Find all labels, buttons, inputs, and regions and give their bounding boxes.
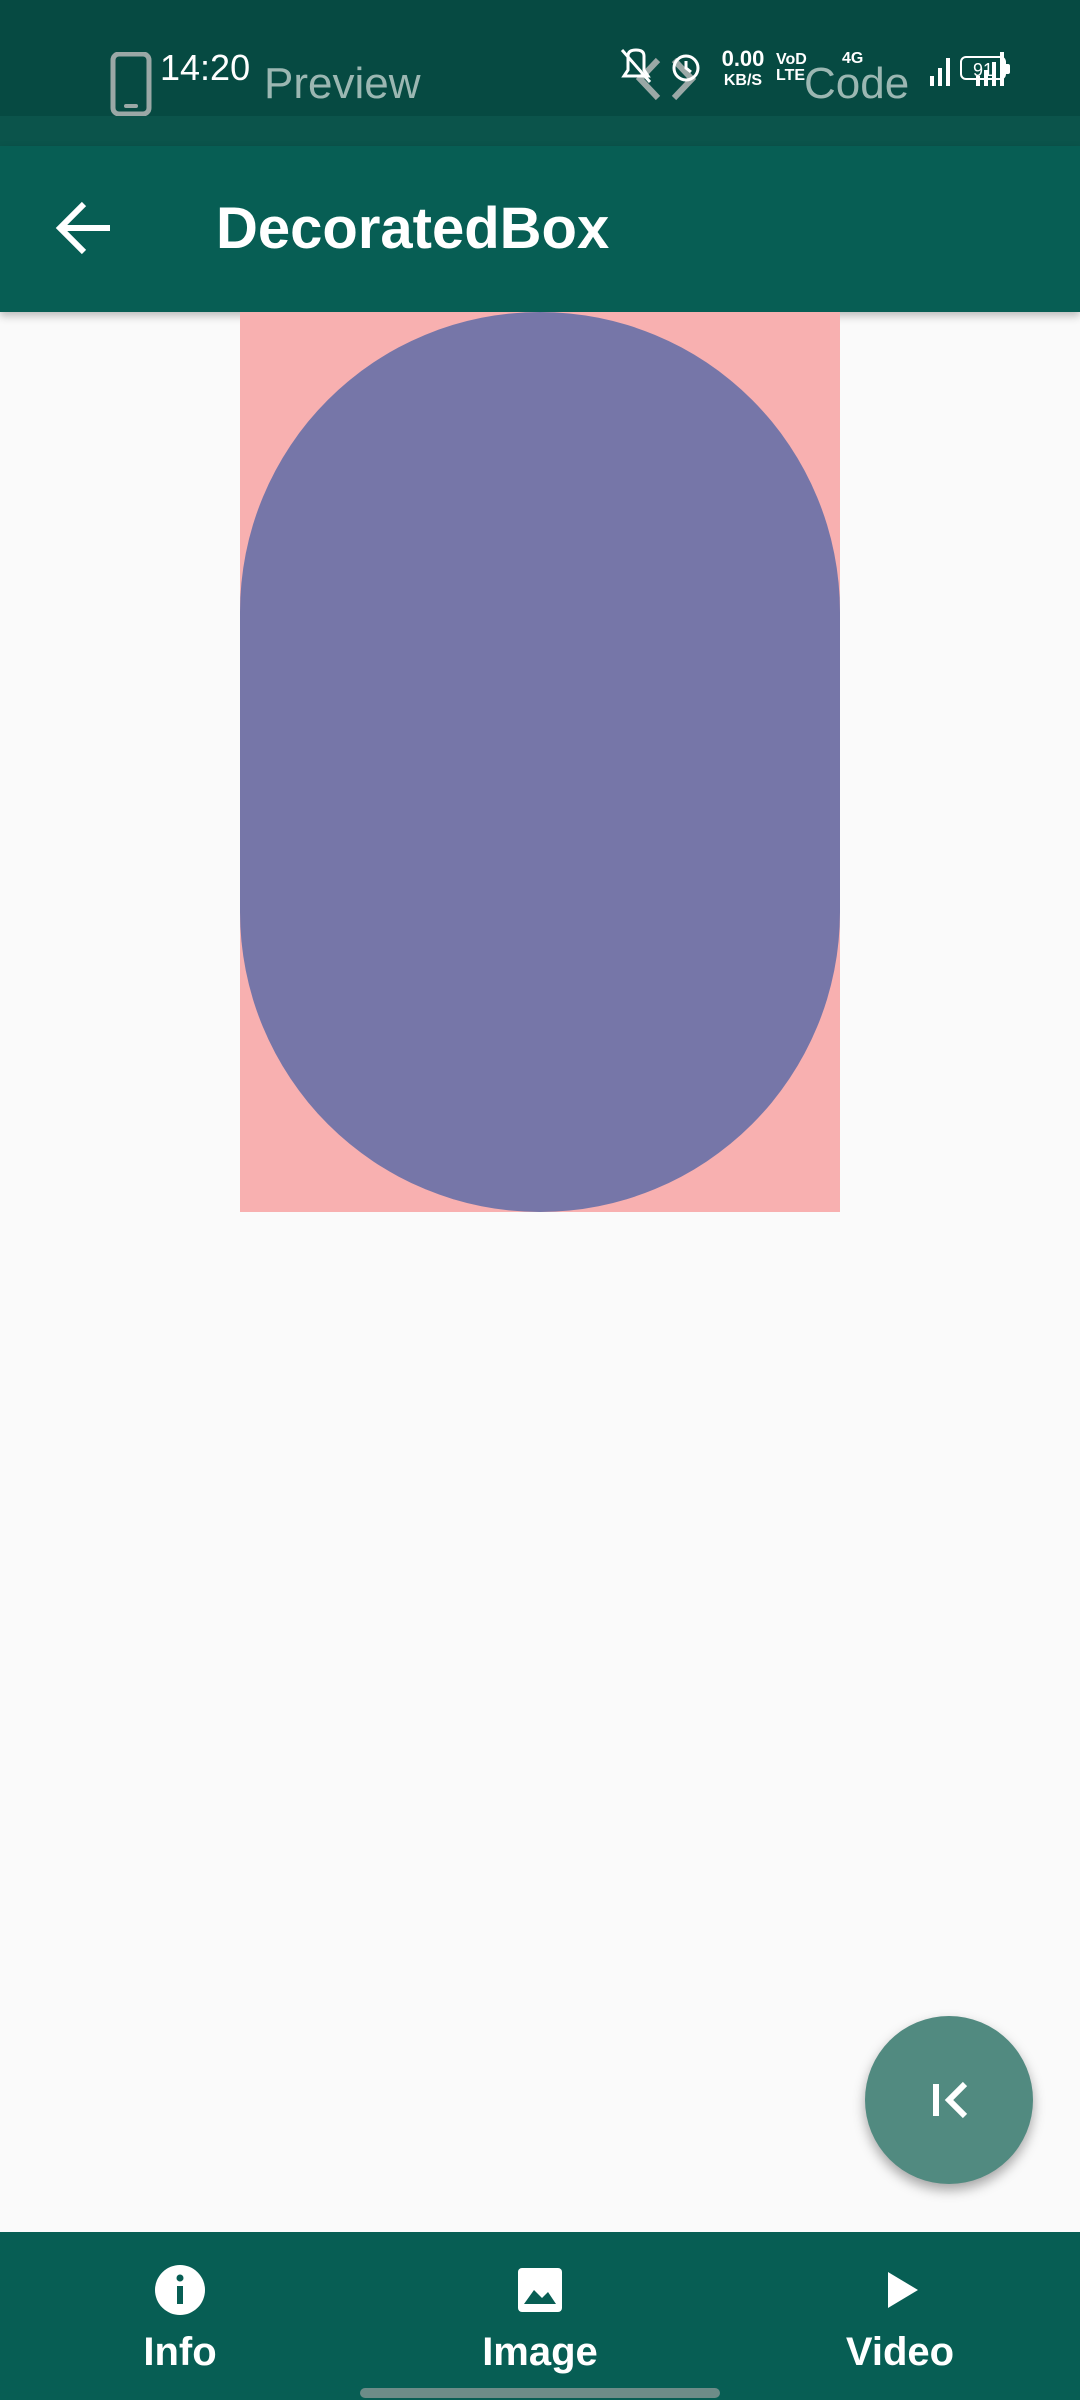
network-type: 4G (842, 50, 864, 67)
alarm-icon (672, 54, 700, 82)
image-icon (518, 2268, 562, 2312)
first-page-icon (933, 2081, 968, 2119)
info-icon (155, 2265, 205, 2315)
back-arrow-icon[interactable] (50, 192, 122, 264)
decorated-box-stadium (240, 312, 840, 1212)
nav-item-image[interactable]: Image (420, 2232, 660, 2400)
bottom-navigation: Info Image Video (0, 2232, 1080, 2400)
first-page-button[interactable] (865, 2016, 1033, 2184)
nav-label-video: Video (845, 2330, 955, 2374)
nav-label-image: Image (482, 2330, 598, 2374)
net-speed: 0.00 KB/S (716, 48, 770, 92)
volte-indicator: VoD LTE (776, 51, 807, 84)
nav-item-video[interactable]: Video (780, 2232, 1020, 2400)
nav-item-info[interactable]: Info (60, 2232, 300, 2400)
battery-icon: 91 (960, 56, 1010, 80)
tab-strip-divider (0, 116, 1080, 146)
page-title: DecoratedBox (216, 196, 610, 261)
app-bar: DecoratedBox (0, 146, 1080, 312)
phone-icon[interactable] (110, 52, 152, 116)
mute-icon (620, 48, 652, 83)
net-speed-unit: KB/S (723, 72, 763, 89)
nav-label-info: Info (143, 2330, 217, 2374)
home-indicator[interactable] (360, 2388, 720, 2398)
play-icon (888, 2272, 918, 2308)
net-speed-value: 0.00 (721, 46, 765, 71)
status-time: 14:20 (160, 47, 251, 88)
tab-preview[interactable]: Preview (264, 62, 421, 106)
signal-icon-1 (930, 58, 950, 86)
